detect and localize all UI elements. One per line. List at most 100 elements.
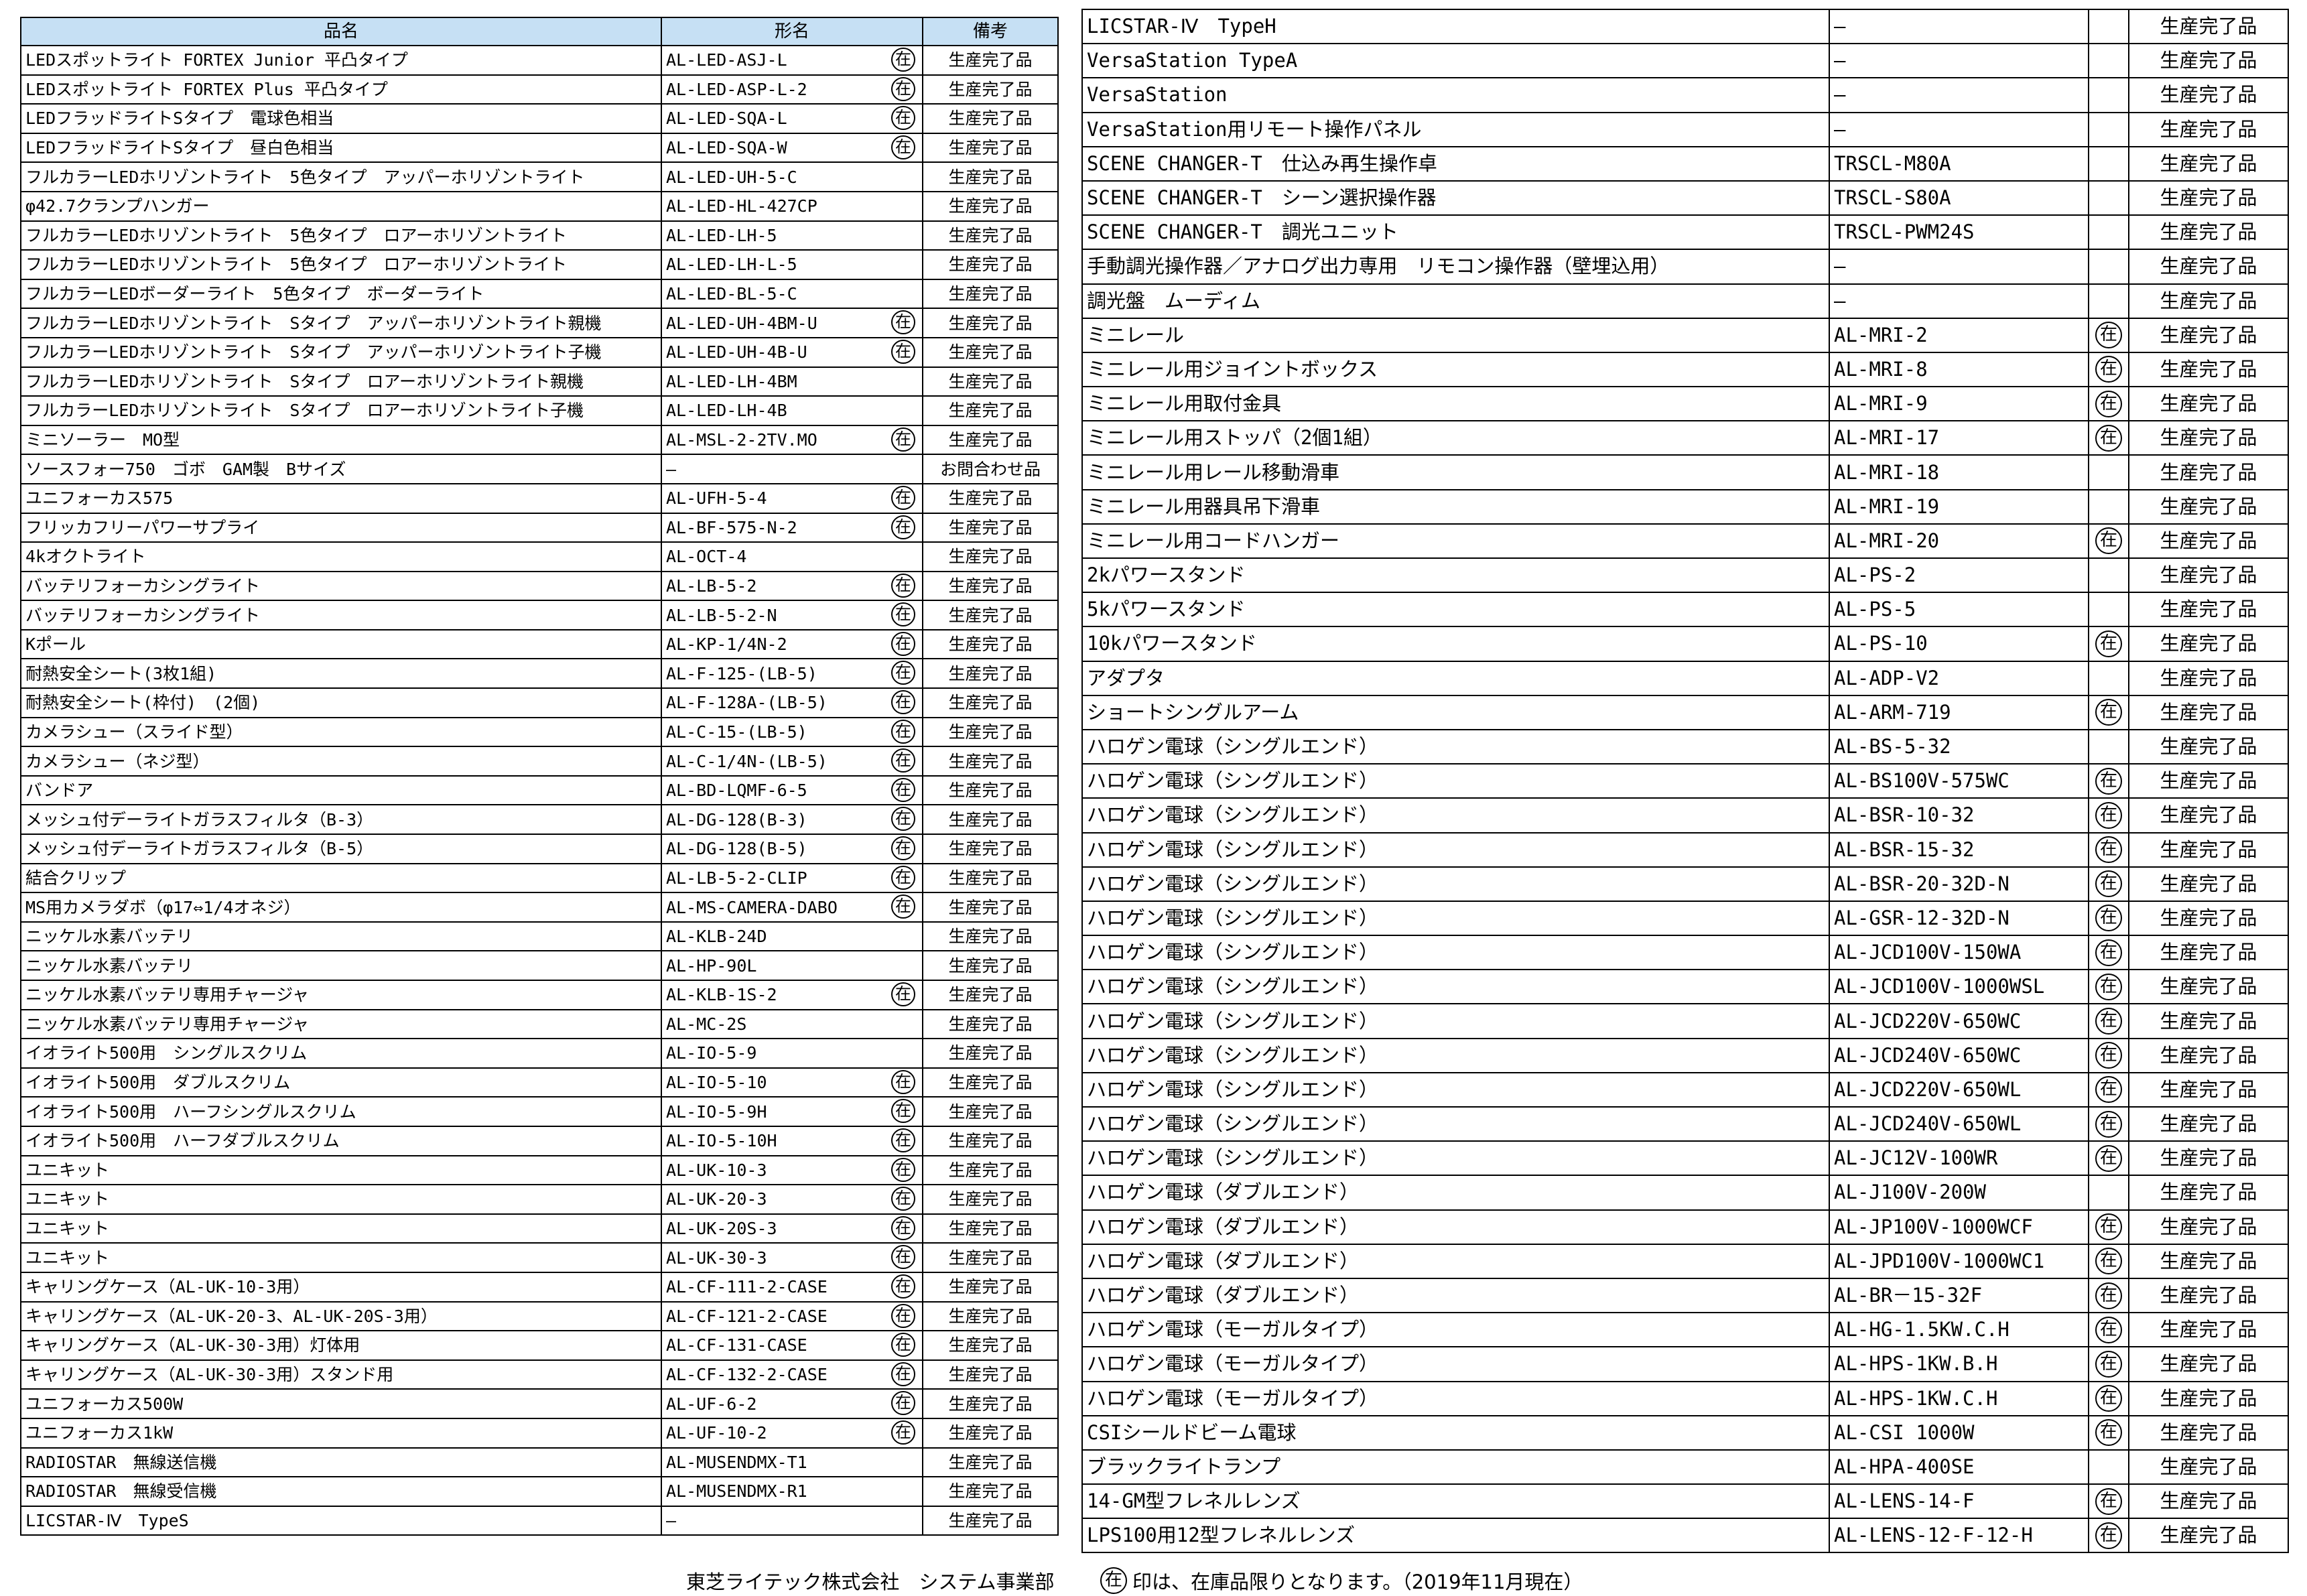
model-number: AL-LED-UH-4B-U bbox=[666, 342, 807, 362]
status-note: 生産完了品 bbox=[922, 132, 1059, 163]
status-note: 生産完了品 bbox=[2128, 317, 2289, 353]
status-note: 生産完了品 bbox=[2128, 626, 2289, 662]
table-row: ミニソーラー MO型 AL-MSL-2-2TV.MO 在生産完了品 bbox=[20, 424, 1059, 456]
table-row: フルカラーLEDホリゾントライト Sタイプ アッパーホリゾントライト子機 AL-L… bbox=[20, 336, 1059, 368]
table-row: ソースフォー750 ゴボ GAM製 Bサイズ ― お問合わせ品 bbox=[20, 454, 1059, 484]
table-row: フルカラーLEDホリゾントライト Sタイプ アッパーホリゾントライト親機 AL-L… bbox=[20, 308, 1059, 338]
status-note: 生産完了品 bbox=[2128, 1449, 2289, 1485]
product-name: ユニフォーカス500W bbox=[20, 1388, 662, 1419]
model-number: AL-LB-5-2-CLIP bbox=[666, 868, 807, 888]
model-number: AL-JP100V-1000WCF bbox=[1829, 1209, 2089, 1245]
stock-mark-cell bbox=[2088, 557, 2129, 594]
model-number: AL-LB-5-2 bbox=[666, 576, 757, 596]
table-row: カメラシュー（ネジ型） AL-C-1/4N-(LB-5) 在生産完了品 bbox=[20, 746, 1059, 777]
model-number: AL-MUSENDMX-R1 bbox=[666, 1481, 807, 1502]
model-number: AL-LENS-14-F bbox=[1829, 1483, 2089, 1520]
stock-mark-icon: 在 bbox=[2095, 630, 2122, 657]
model-cell: AL-BD-LQMF-6-5 在 bbox=[661, 775, 923, 806]
stock-mark-icon: 在 bbox=[2095, 870, 2122, 898]
model-number: AL-UK-20S-3 bbox=[666, 1219, 777, 1239]
model-cell: AL-KLB-24D bbox=[661, 921, 923, 952]
header-name: 品名 bbox=[20, 17, 662, 46]
table-row: ユニキット AL-UK-20-3 在生産完了品 bbox=[20, 1184, 1059, 1215]
product-name: LEDフラッドライトSタイプ 電球色相当 bbox=[20, 103, 662, 134]
model-cell: AL-MUSENDMX-T1 bbox=[661, 1447, 923, 1478]
product-name: ミニレール用ジョイントボックス bbox=[1081, 351, 1830, 388]
status-note: 生産完了品 bbox=[2128, 420, 2289, 456]
model-number: AL-BSR-10-32 bbox=[1829, 797, 2089, 834]
stock-mark-cell bbox=[2088, 283, 2129, 319]
model-cell: AL-MS-CAMERA-DABO 在 bbox=[661, 892, 923, 923]
model-cell: AL-LED-UH-5-C bbox=[661, 161, 923, 192]
table-row: ニッケル水素バッテリ AL-KLB-24D 生産完了品 bbox=[20, 921, 1059, 952]
table-row: SCENE CHANGER-T シーン選択操作器 TRSCL-S80A 生産完了品 bbox=[1081, 180, 2289, 216]
product-name: 5kパワースタンド bbox=[1081, 592, 1830, 628]
stock-mark-cell: 在 bbox=[2088, 1037, 2129, 1073]
model-cell: AL-LED-HL-427CP bbox=[661, 190, 923, 222]
status-note: 生産完了品 bbox=[2128, 1380, 2289, 1416]
model-number: ― bbox=[1829, 249, 2089, 285]
status-note: 生産完了品 bbox=[922, 1242, 1059, 1273]
status-note: 生産完了品 bbox=[2128, 386, 2289, 422]
table-row: ユニキット AL-UK-10-3 在生産完了品 bbox=[20, 1154, 1059, 1186]
product-name: VersaStation用リモート操作パネル bbox=[1081, 111, 1830, 147]
stock-mark-icon: 在 bbox=[891, 631, 915, 656]
product-name: SCENE CHANGER-T 調光ユニット bbox=[1081, 214, 1830, 251]
product-name: 4kオクトライト bbox=[20, 541, 662, 572]
product-name: フルカラーLEDホリゾントライト 5色タイプ ロアーホリゾントライト bbox=[20, 220, 662, 251]
product-name: フルカラーLEDホリゾントライト Sタイプ アッパーホリゾントライト子機 bbox=[20, 336, 662, 368]
model-number: AL-HPS-1KW.B.H bbox=[1829, 1346, 2089, 1382]
model-cell: AL-CF-121-2-CASE 在 bbox=[661, 1301, 923, 1332]
status-note: 生産完了品 bbox=[922, 1359, 1059, 1390]
product-name: フリッカフリーパワーサプライ bbox=[20, 512, 662, 543]
model-cell: AL-LED-LH-4B bbox=[661, 395, 923, 426]
status-note: 生産完了品 bbox=[2128, 1003, 2289, 1039]
status-note: 生産完了品 bbox=[2128, 145, 2289, 182]
stock-mark-icon: 在 bbox=[891, 690, 915, 715]
stock-mark-icon: 在 bbox=[2095, 939, 2122, 966]
stock-mark-icon: 在 bbox=[891, 1303, 915, 1328]
model-number: AL-KP-1/4N-2 bbox=[666, 635, 787, 655]
product-name: ユニキット bbox=[20, 1213, 662, 1244]
model-number: AL-DG-128(B-5) bbox=[666, 839, 807, 859]
status-note: 生産完了品 bbox=[2128, 1312, 2289, 1348]
stock-mark-cell: 在 bbox=[2088, 935, 2129, 971]
table-row: LEDスポットライト FORTEX Plus 平凸タイプ AL-LED-ASP-L… bbox=[20, 74, 1059, 105]
stock-mark-icon: 在 bbox=[891, 573, 915, 598]
product-name: 2kパワースタンド bbox=[1081, 557, 1830, 594]
table-row: VersaStation用リモート操作パネル ― 生産完了品 bbox=[1081, 111, 2289, 147]
table-row: ハロゲン電球（シングルエンド） AL-JCD100V-150WA 在生産完了品 bbox=[1081, 935, 2289, 971]
model-number: AL-F-125-(LB-5) bbox=[666, 663, 817, 683]
status-note: 生産完了品 bbox=[2128, 1414, 2289, 1451]
table-row: SCENE CHANGER-T 調光ユニット TRSCL-PWM24S 生産完了品 bbox=[1081, 214, 2289, 251]
table-row: イオライト500用 シングルスクリム AL-IO-5-9 生産完了品 bbox=[20, 1038, 1059, 1069]
table-row: LICSTAR-Ⅳ TypeH ― 生産完了品 bbox=[1081, 8, 2289, 45]
table-row: 2kパワースタンド AL-PS-2 生産完了品 bbox=[1081, 557, 2289, 594]
table-row: 10kパワースタンド AL-PS-10 在生産完了品 bbox=[1081, 626, 2289, 662]
model-number: AL-MRI-19 bbox=[1829, 488, 2089, 525]
model-cell: ― bbox=[661, 454, 923, 484]
table-row: MS用カメラダボ（φ17⇔1/4オネジ） AL-MS-CAMERA-DABO 在生産… bbox=[20, 892, 1059, 923]
stock-mark-icon: 在 bbox=[2095, 1350, 2122, 1378]
stock-mark-cell: 在 bbox=[2088, 1483, 2129, 1520]
status-note: 生産完了品 bbox=[922, 1125, 1059, 1156]
model-number: AL-BSR-20-32D-N bbox=[1829, 866, 2089, 902]
status-note: 生産完了品 bbox=[922, 482, 1059, 514]
product-name: ブラックライトランプ bbox=[1081, 1449, 1830, 1485]
model-number: AL-F-128A-(LB-5) bbox=[666, 693, 828, 713]
table-row: イオライト500用 ダブルスクリム AL-IO-5-10 在生産完了品 bbox=[20, 1067, 1059, 1098]
table-row: 耐熱安全シート(3枚1組) AL-F-125-(LB-5) 在生産完了品 bbox=[20, 658, 1059, 689]
status-note: 生産完了品 bbox=[922, 512, 1059, 543]
product-name: LEDスポットライト FORTEX Junior 平凸タイプ bbox=[20, 45, 662, 76]
stock-mark-cell: 在 bbox=[2088, 1312, 2129, 1348]
product-name: RADIOSTAR 無線受信機 bbox=[20, 1476, 662, 1507]
model-cell: AL-UF-6-2 在 bbox=[661, 1388, 923, 1419]
stock-mark-icon: 在 bbox=[2095, 1522, 2122, 1549]
stock-mark-icon: 在 bbox=[2095, 356, 2122, 383]
product-name: ミニソーラー MO型 bbox=[20, 424, 662, 456]
product-name: バッテリフォーカシングライト bbox=[20, 570, 662, 602]
table-row: イオライト500用 ハーフシングルスクリム AL-IO-5-9H 在生産完了品 bbox=[20, 1096, 1059, 1127]
product-name: バッテリフォーカシングライト bbox=[20, 600, 662, 630]
stock-mark-cell: 在 bbox=[2088, 969, 2129, 1005]
product-name: ハロゲン電球（シングルエンド） bbox=[1081, 728, 1830, 765]
